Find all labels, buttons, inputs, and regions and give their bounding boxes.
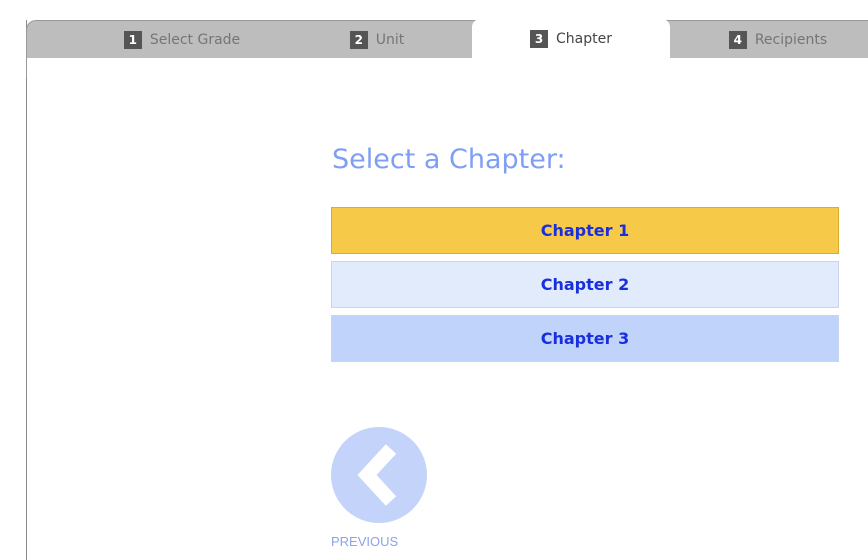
chapter-2-button[interactable]: Chapter 2 xyxy=(331,261,839,308)
tab-label: Recipients xyxy=(754,31,828,48)
chapter-label: Chapter 1 xyxy=(540,221,630,240)
tab-chapter[interactable]: 3 Chapter xyxy=(472,19,670,59)
chapter-1-button[interactable]: Chapter 1 xyxy=(331,207,839,254)
tab-recipients[interactable]: 4 Recipients xyxy=(687,21,868,58)
page-frame: 1 Select Grade 2 Unit 3 Chapter 4 Recipi… xyxy=(0,0,868,560)
tab-unit[interactable]: 2 Unit xyxy=(317,21,437,58)
step-number-badge: 2 xyxy=(349,30,368,49)
tab-label: Select Grade xyxy=(149,31,241,48)
step-number-badge: 4 xyxy=(728,30,747,49)
wizard-tab-bar: 1 Select Grade 2 Unit 3 Chapter 4 Recipi… xyxy=(26,19,868,78)
tab-label: Chapter xyxy=(556,31,612,47)
chapter-3-button[interactable]: Chapter 3 xyxy=(331,315,839,362)
page-title: Select a Chapter: xyxy=(332,144,566,175)
previous-label: PREVIOUS xyxy=(331,534,399,549)
tab-select-grade[interactable]: 1 Select Grade xyxy=(87,21,277,58)
previous-button[interactable] xyxy=(331,427,427,523)
step-number-badge: 3 xyxy=(530,30,548,48)
chapter-label: Chapter 3 xyxy=(540,329,630,348)
chapter-label: Chapter 2 xyxy=(540,275,630,294)
step-number-badge: 1 xyxy=(123,30,142,49)
tab-label: Unit xyxy=(375,31,405,48)
chevron-left-icon xyxy=(357,444,397,506)
